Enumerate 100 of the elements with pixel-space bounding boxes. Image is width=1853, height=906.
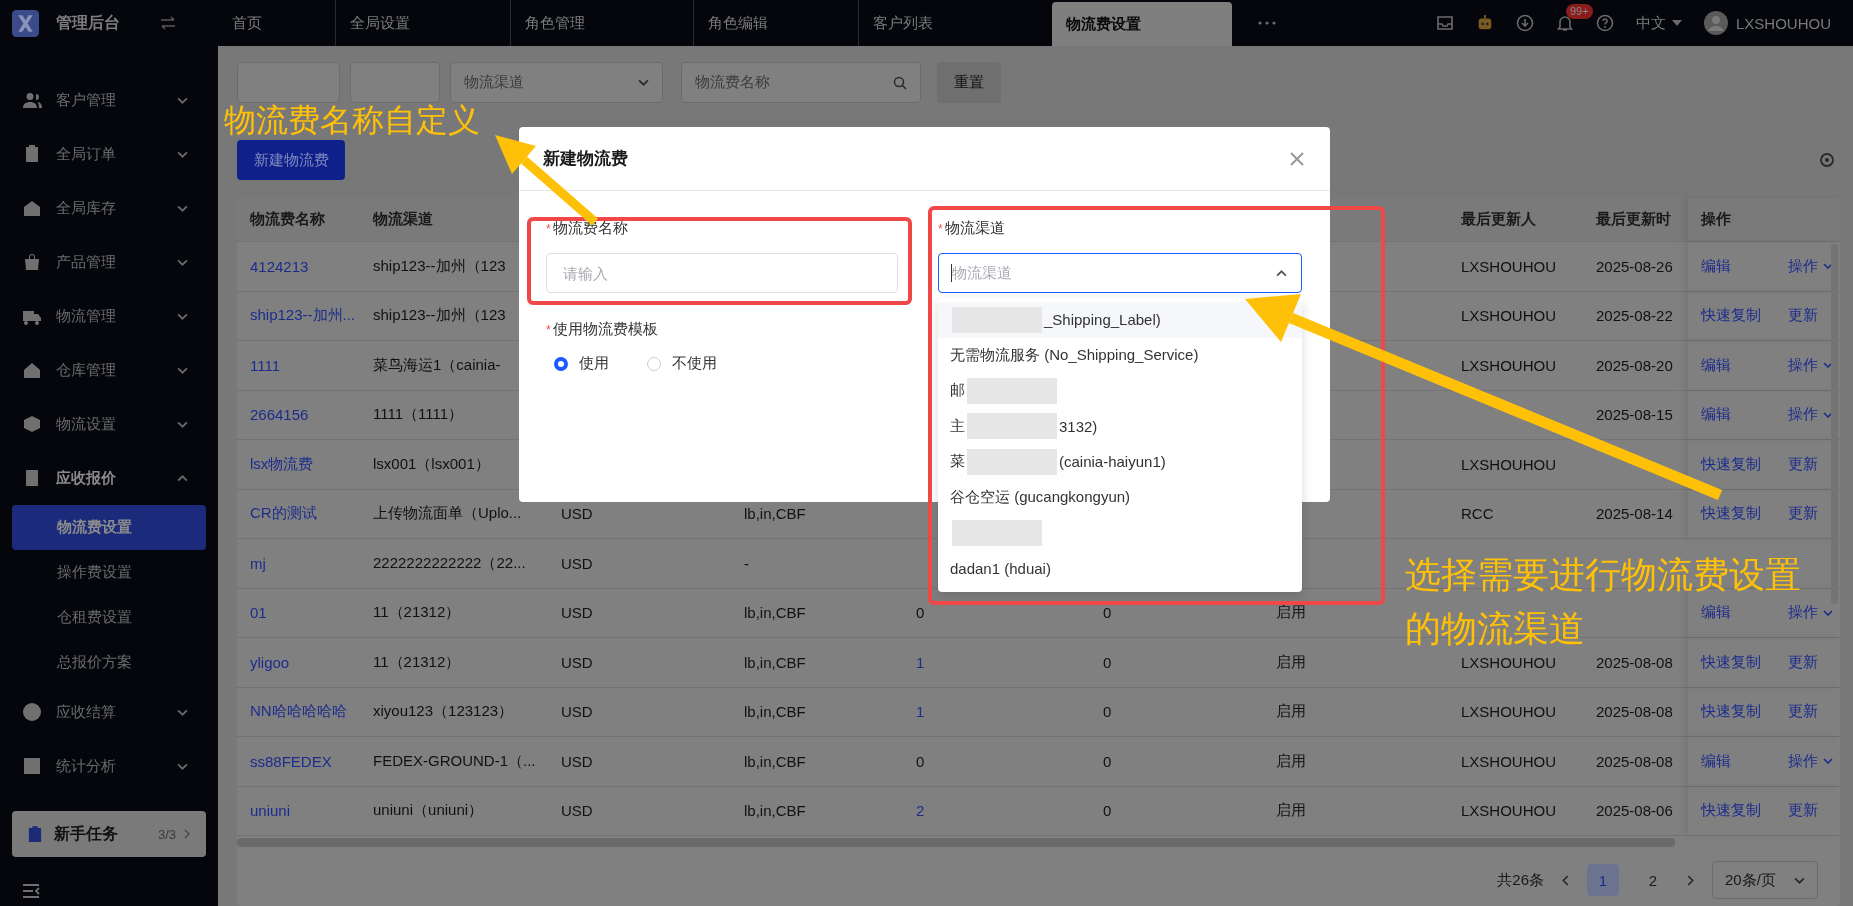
sidebar-item[interactable]: 物流管理 — [0, 289, 218, 343]
fee-name-link[interactable]: 2664156 — [250, 406, 309, 424]
page-button[interactable]: 2 — [1637, 864, 1669, 896]
action-link[interactable]: 快速复制 — [1701, 652, 1788, 672]
fee-name-link[interactable]: mj — [250, 554, 266, 572]
sidebar-subitem[interactable]: 仓租费设置 — [12, 595, 206, 640]
previous-page-icon[interactable] — [1562, 874, 1569, 886]
fee-name-link[interactable]: NN哈哈哈哈哈 — [250, 702, 347, 722]
table-cell: 0 — [1103, 752, 1112, 770]
action-link[interactable]: 快速复制 — [1701, 454, 1788, 474]
fee-name-link[interactable]: CR的测试 — [250, 504, 317, 524]
radio-option[interactable]: 不使用 — [639, 354, 717, 373]
sidebar-item[interactable]: 全局库存 — [0, 181, 218, 235]
fee-name-link[interactable]: lsx物流费 — [250, 454, 314, 474]
table-cell: lb,in,CBF — [744, 653, 806, 671]
action-link[interactable]: 更新 — [1788, 801, 1818, 821]
help-icon[interactable] — [1595, 14, 1614, 32]
action-link[interactable]: 更新 — [1788, 454, 1818, 474]
column-header: 物流渠道 — [371, 209, 434, 229]
sidebar-subitem[interactable]: 总报价方案 — [12, 640, 206, 685]
action-menu[interactable]: 操作 — [1788, 751, 1833, 771]
settings-icon[interactable] — [1818, 151, 1836, 169]
action-menu[interactable]: 操作 — [1788, 256, 1833, 276]
dropdown-option[interactable]: _Shipping_Label) — [938, 302, 1302, 338]
fee-name-link[interactable]: ss88FEDEX — [250, 752, 332, 770]
page-button[interactable]: 1 — [1587, 864, 1619, 896]
sidebar-item[interactable]: 统计分析 — [0, 739, 218, 793]
sidebar-item[interactable]: 物流设置 — [0, 397, 218, 451]
new-fee-button[interactable]: 新建物流费 — [237, 140, 345, 180]
action-menu[interactable]: 操作 — [1788, 355, 1833, 375]
task-card[interactable]: 新手任务 3/3 — [12, 811, 206, 857]
action-link[interactable]: 快速复制 — [1701, 504, 1788, 524]
chevron-icon — [177, 150, 188, 158]
swap-icon[interactable] — [160, 16, 176, 30]
action-link[interactable]: 快速复制 — [1701, 801, 1788, 821]
action-link[interactable]: 更新 — [1788, 652, 1818, 672]
action-link[interactable]: 编辑 — [1701, 355, 1788, 375]
table-cell[interactable]: 1 — [916, 703, 925, 721]
table-cell[interactable]: 1 — [916, 653, 925, 671]
sidebar-item[interactable]: 仓库管理 — [0, 343, 218, 397]
status-cell: 启用 — [1276, 751, 1306, 771]
table-cell: ship123--加州（123 — [373, 306, 506, 326]
reset-button[interactable]: 重置 — [937, 62, 1001, 103]
user-name[interactable]: LXSHOUHOU — [1735, 14, 1831, 32]
table-cell[interactable]: 2 — [916, 802, 925, 820]
inbox-icon[interactable] — [1435, 14, 1454, 32]
sidebar-item[interactable]: 全局订单 — [0, 127, 218, 181]
close-icon[interactable] — [1290, 151, 1304, 166]
nav-tab[interactable]: 物流费设置 — [1052, 2, 1232, 46]
fee-name-link[interactable]: 4124213 — [250, 257, 309, 275]
fee-name-link[interactable]: 1111 — [250, 356, 281, 374]
dropdown-option[interactable]: 主 3132) — [938, 408, 1302, 444]
dropdown-option[interactable]: 菜 (cainia-haiyun1) — [938, 444, 1302, 480]
column-header: 操作 — [1688, 198, 1840, 241]
collapse-menu-icon[interactable] — [22, 883, 40, 899]
download-icon[interactable] — [1515, 14, 1534, 32]
language-selector[interactable]: 中文 — [1635, 13, 1682, 33]
fee-name-input[interactable]: 请输入 — [546, 253, 898, 293]
sidebar-item[interactable]: 应收报价 — [0, 451, 218, 505]
fee-name-link[interactable]: yligoo — [250, 653, 290, 671]
nav-tab[interactable]: 角色编辑 — [693, 0, 858, 46]
bell-icon[interactable] — [1555, 14, 1574, 32]
channel-select[interactable]: 物流渠道 — [450, 62, 663, 103]
action-link[interactable]: 快速复制 — [1701, 702, 1788, 722]
action-link[interactable]: 编辑 — [1701, 751, 1788, 771]
action-menu[interactable]: 操作 — [1788, 405, 1833, 425]
dropdown-option[interactable]: 谷仓空运 (gucangkongyun) — [938, 479, 1302, 515]
fee-name-link[interactable]: ship123--加州... — [250, 306, 356, 326]
search-field[interactable]: 物流费名称 — [681, 62, 921, 103]
dropdown-option[interactable]: 无需物流服务 (No_Shipping_Service) — [938, 337, 1302, 373]
radio-option[interactable]: 使用 — [546, 354, 609, 373]
nav-tab[interactable]: 角色管理 — [510, 0, 693, 46]
action-link[interactable]: 更新 — [1788, 306, 1818, 326]
table-cell: LXSHOUHOU — [1461, 802, 1557, 820]
action-link[interactable]: 编辑 — [1701, 405, 1788, 425]
dialog-title: 新建物流费 — [543, 148, 628, 170]
avatar-icon[interactable] — [1703, 11, 1728, 35]
sidebar-subitem[interactable]: 物流费设置 — [12, 505, 206, 550]
nav-tab[interactable]: 首页 — [218, 0, 335, 46]
sidebar-item[interactable]: 应收结算 — [0, 685, 218, 739]
dropdown-option[interactable]: dadan1 (hduai) — [938, 550, 1302, 586]
page-size-select[interactable]: 20条/页 — [1712, 861, 1818, 899]
next-page-icon[interactable] — [1687, 874, 1694, 886]
fee-name-link[interactable]: uniuni — [250, 802, 291, 820]
sidebar-item[interactable]: 产品管理 — [0, 235, 218, 289]
dropdown-option[interactable]: 邮 — [938, 373, 1302, 409]
scrollbar[interactable] — [1831, 244, 1838, 604]
action-link[interactable]: 快速复制 — [1701, 306, 1788, 326]
action-link[interactable]: 更新 — [1788, 702, 1818, 722]
action-menu[interactable]: 操作 — [1788, 603, 1833, 623]
channel-select[interactable]: 物流渠道 — [938, 253, 1302, 293]
nav-tab[interactable]: 全局设置 — [335, 0, 510, 46]
table-cell: 0 — [1103, 802, 1112, 820]
more-icon[interactable] — [1258, 21, 1276, 25]
sidebar-item[interactable]: 客户管理 — [0, 73, 218, 127]
action-link[interactable]: 更新 — [1788, 504, 1818, 524]
fee-name-link[interactable]: 01 — [250, 604, 267, 622]
action-link[interactable]: 编辑 — [1701, 603, 1788, 623]
sidebar-subitem[interactable]: 操作费设置 — [12, 550, 206, 595]
action-link[interactable]: 编辑 — [1701, 256, 1788, 276]
